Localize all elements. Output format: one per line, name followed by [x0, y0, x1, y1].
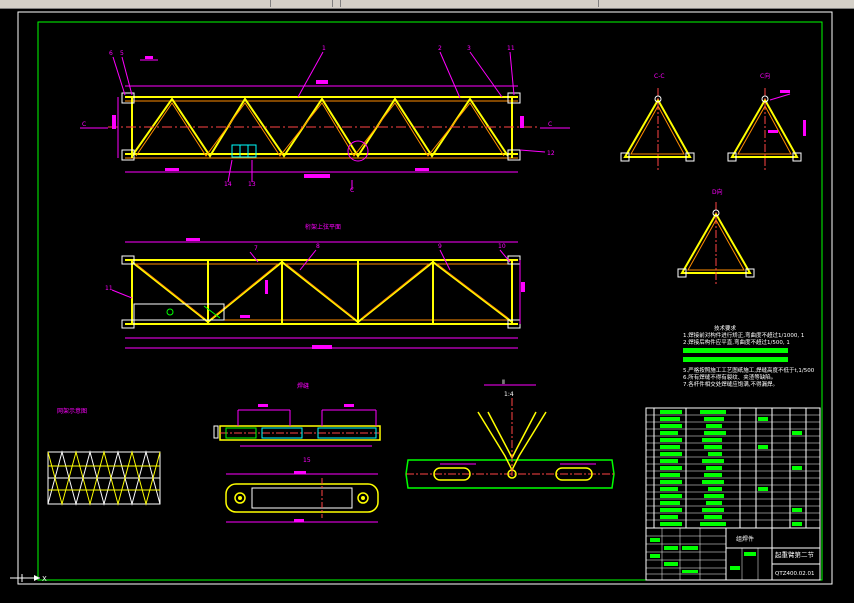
callout-9: 9 [438, 243, 442, 250]
tech-req-item-6: 6.所有焊缝不得有裂纹、夹渣等缺陷。 [683, 373, 776, 381]
toolbar-segment [0, 0, 271, 7]
callout-1: 1 [322, 45, 326, 52]
title-block-material: 组焊件 [736, 535, 754, 543]
toolbar-properties[interactable] [600, 0, 854, 7]
toolbar-separator [334, 0, 341, 7]
callout-6: 6 [109, 50, 113, 57]
section-view-cc2[interactable]: C向 [727, 72, 806, 170]
callout-8: 8 [316, 243, 320, 250]
section-left-label: C [82, 121, 86, 128]
connector-plate[interactable]: 15 [225, 457, 379, 523]
tech-req-item-2: 2.焊接后构件应平直,弯曲度不超过1/500, 1 [683, 338, 790, 346]
command-line[interactable] [0, 596, 854, 603]
callout-2: 2 [438, 45, 442, 52]
title-block-drawing-no: QTZ400.02.01 [775, 571, 814, 577]
callout-10: 10 [498, 243, 506, 250]
tech-req-title: 技术要求 [714, 324, 737, 332]
weld-detail[interactable]: 焊缝 [213, 382, 381, 447]
tech-requirements: 技术要求 1.焊接前对构件进行矫正,弯曲度不超过1/1000, 1 2.焊接后构… [683, 324, 815, 388]
toolbar-tools[interactable] [272, 0, 333, 7]
tech-req-item-5: 5.严格按照施工工艺图纸施工,焊缝高度不低于t,1/500 [683, 366, 815, 374]
toolbar-layer-dropdown[interactable] [342, 0, 599, 7]
truss-grid-title: 网架示意图 [57, 407, 87, 415]
connector-callout: 15 [303, 457, 311, 464]
section-dd-label: D向 [712, 188, 723, 196]
tech-req-item-4 [683, 357, 788, 362]
drawing-canvas[interactable]: 6 5 1 2 3 11 12 14 13 C C C 桁架上弦平面 7 8 9… [0, 9, 854, 596]
section-cc2-label: C向 [760, 72, 770, 80]
callout-11: 11 [507, 45, 515, 52]
truss-grid-schematic[interactable]: 网架示意图 [47, 407, 161, 506]
drawing-svg: 6 5 1 2 3 11 12 14 13 C C C 桁架上弦平面 7 8 9… [10, 11, 833, 585]
ucs-icon: X [10, 574, 47, 583]
tech-req-item-7: 7.各杆件相交处焊缝应饱满,不得漏焊。 [683, 380, 778, 388]
node-detail-scale: 1:4 [504, 391, 514, 398]
top-view-title: 桁架上弦平面 [305, 223, 341, 231]
callout-5: 5 [120, 50, 124, 57]
callout-7: 7 [254, 245, 258, 252]
callout-14: 14 [224, 181, 232, 188]
front-view-truss[interactable] [108, 92, 540, 162]
weld-detail-title: 焊缝 [297, 382, 309, 390]
node-detail[interactable]: Ⅱ 1:4 [405, 379, 615, 489]
cad-toolbar [0, 0, 854, 9]
section-view-dd[interactable]: D向 [677, 188, 755, 284]
title-block-name: 起重臂第二节 [775, 550, 815, 559]
section-bottom-label: C [350, 187, 354, 194]
section-right-label: C [548, 121, 552, 128]
parts-list-table[interactable] [645, 407, 821, 529]
title-block[interactable]: 组焊件 起重臂第二节 QTZ400.02.01 [645, 527, 821, 581]
tech-req-item-1: 1.焊接前对构件进行矫正,弯曲度不超过1/1000, 1 [683, 331, 804, 339]
section-view-cc[interactable]: C-C [620, 73, 695, 170]
callout-11b: 11 [105, 285, 113, 292]
callout-12: 12 [547, 150, 555, 157]
svg-text:X: X [42, 575, 47, 583]
section-cc-label: C-C [654, 73, 665, 80]
callout-13: 13 [248, 181, 256, 188]
top-view-truss[interactable] [121, 255, 521, 329]
tech-req-item-3 [683, 348, 788, 353]
front-view-dimensions [80, 51, 570, 190]
callout-3: 3 [467, 45, 471, 52]
